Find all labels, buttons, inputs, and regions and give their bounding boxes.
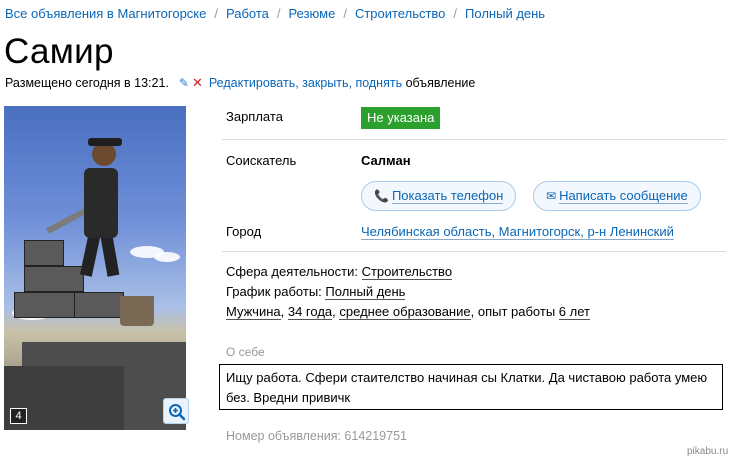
about-text: Ищу работа. Сфери стаителство начиная сы…: [219, 364, 723, 410]
watermark: pikabu.ru: [687, 446, 729, 457]
photo-person-leg: [100, 235, 120, 277]
photo-person-leg: [79, 235, 101, 277]
about-label: О себе: [226, 345, 265, 359]
schedule-link[interactable]: Полный день: [325, 284, 406, 300]
photo-brick: [24, 266, 84, 292]
salary-label: Зарплата: [226, 109, 283, 124]
schedule-label: График работы:: [226, 284, 322, 299]
education-link[interactable]: среднее образование: [339, 304, 471, 320]
breadcrumb-separator: /: [214, 6, 218, 21]
photo-cloud: [154, 252, 180, 262]
applicant-label: Соискатель: [226, 153, 297, 168]
delete-icon[interactable]: ✕: [192, 75, 203, 90]
photo-person-body: [84, 168, 118, 238]
breadcrumb-separator: /: [343, 6, 347, 21]
divider: [222, 139, 726, 140]
show-phone-label: Показать телефон: [391, 188, 504, 204]
sphere-link[interactable]: Строительство: [361, 264, 453, 280]
photo-brick: [24, 240, 64, 266]
zoom-in-icon: [169, 404, 186, 421]
edit-ad-link[interactable]: Редактировать, закрыть, поднять: [209, 76, 402, 90]
breadcrumb-separator: /: [453, 6, 458, 21]
envelope-icon: ✉: [546, 189, 557, 203]
experience-link[interactable]: 6 лет: [558, 304, 590, 320]
breadcrumb-separator: /: [276, 6, 281, 21]
page-title: Самир: [4, 32, 114, 71]
breadcrumb-construction[interactable]: Строительство: [355, 6, 445, 21]
breadcrumb-full-day[interactable]: Полный день: [465, 6, 545, 21]
gender-link[interactable]: Мужчина: [226, 304, 281, 320]
applicant-name: Салман: [361, 153, 411, 168]
pencil-icon[interactable]: ✎: [179, 76, 189, 90]
edit-ad-suffix: объявление: [405, 76, 476, 90]
breadcrumb-all-ads[interactable]: Все объявления в Магнитогорске: [5, 6, 206, 21]
ad-number: Номер объявления: 614219751: [226, 429, 407, 443]
posted-time: Размещено сегодня в 13:21.: [5, 76, 169, 90]
profile-row: Мужчина, 34 года, среднее образование, о…: [226, 304, 590, 320]
breadcrumb: Все объявления в Магнитогорске / Работа / Ре…: [5, 6, 545, 21]
photo-person-hat: [88, 138, 122, 146]
show-phone-button[interactable]: 📞 Показать телефон: [361, 181, 517, 211]
posted-line: Размещено сегодня в 13:21. ✎ ✕ Редактироват…: [5, 75, 475, 91]
sphere-label: Сфера деятельности:: [226, 264, 358, 279]
photo-brick: [74, 292, 124, 318]
send-message-button[interactable]: ✉ Написать сообщение: [533, 181, 701, 211]
salary-badge: Не указана: [361, 107, 441, 129]
ad-photo[interactable]: [4, 106, 186, 430]
photo-bucket: [120, 296, 154, 326]
sphere-row: Сфера деятельности: Строительство: [226, 264, 453, 280]
breadcrumb-work[interactable]: Работа: [226, 6, 269, 21]
city-label: Город: [226, 224, 262, 239]
zoom-button[interactable]: [163, 398, 189, 424]
age-link[interactable]: 34 года: [287, 304, 333, 320]
phone-icon: 📞: [374, 189, 389, 203]
photo-count-badge: 4: [10, 408, 27, 424]
city-link[interactable]: Челябинская область, Магнитогорск, р-н Л…: [361, 224, 674, 240]
send-message-label: Написать сообщение: [559, 188, 688, 204]
experience-label: , опыт работы: [470, 304, 559, 319]
schedule-row: График работы: Полный день: [226, 284, 406, 300]
divider: [222, 251, 726, 252]
breadcrumb-resume[interactable]: Резюме: [289, 6, 336, 21]
